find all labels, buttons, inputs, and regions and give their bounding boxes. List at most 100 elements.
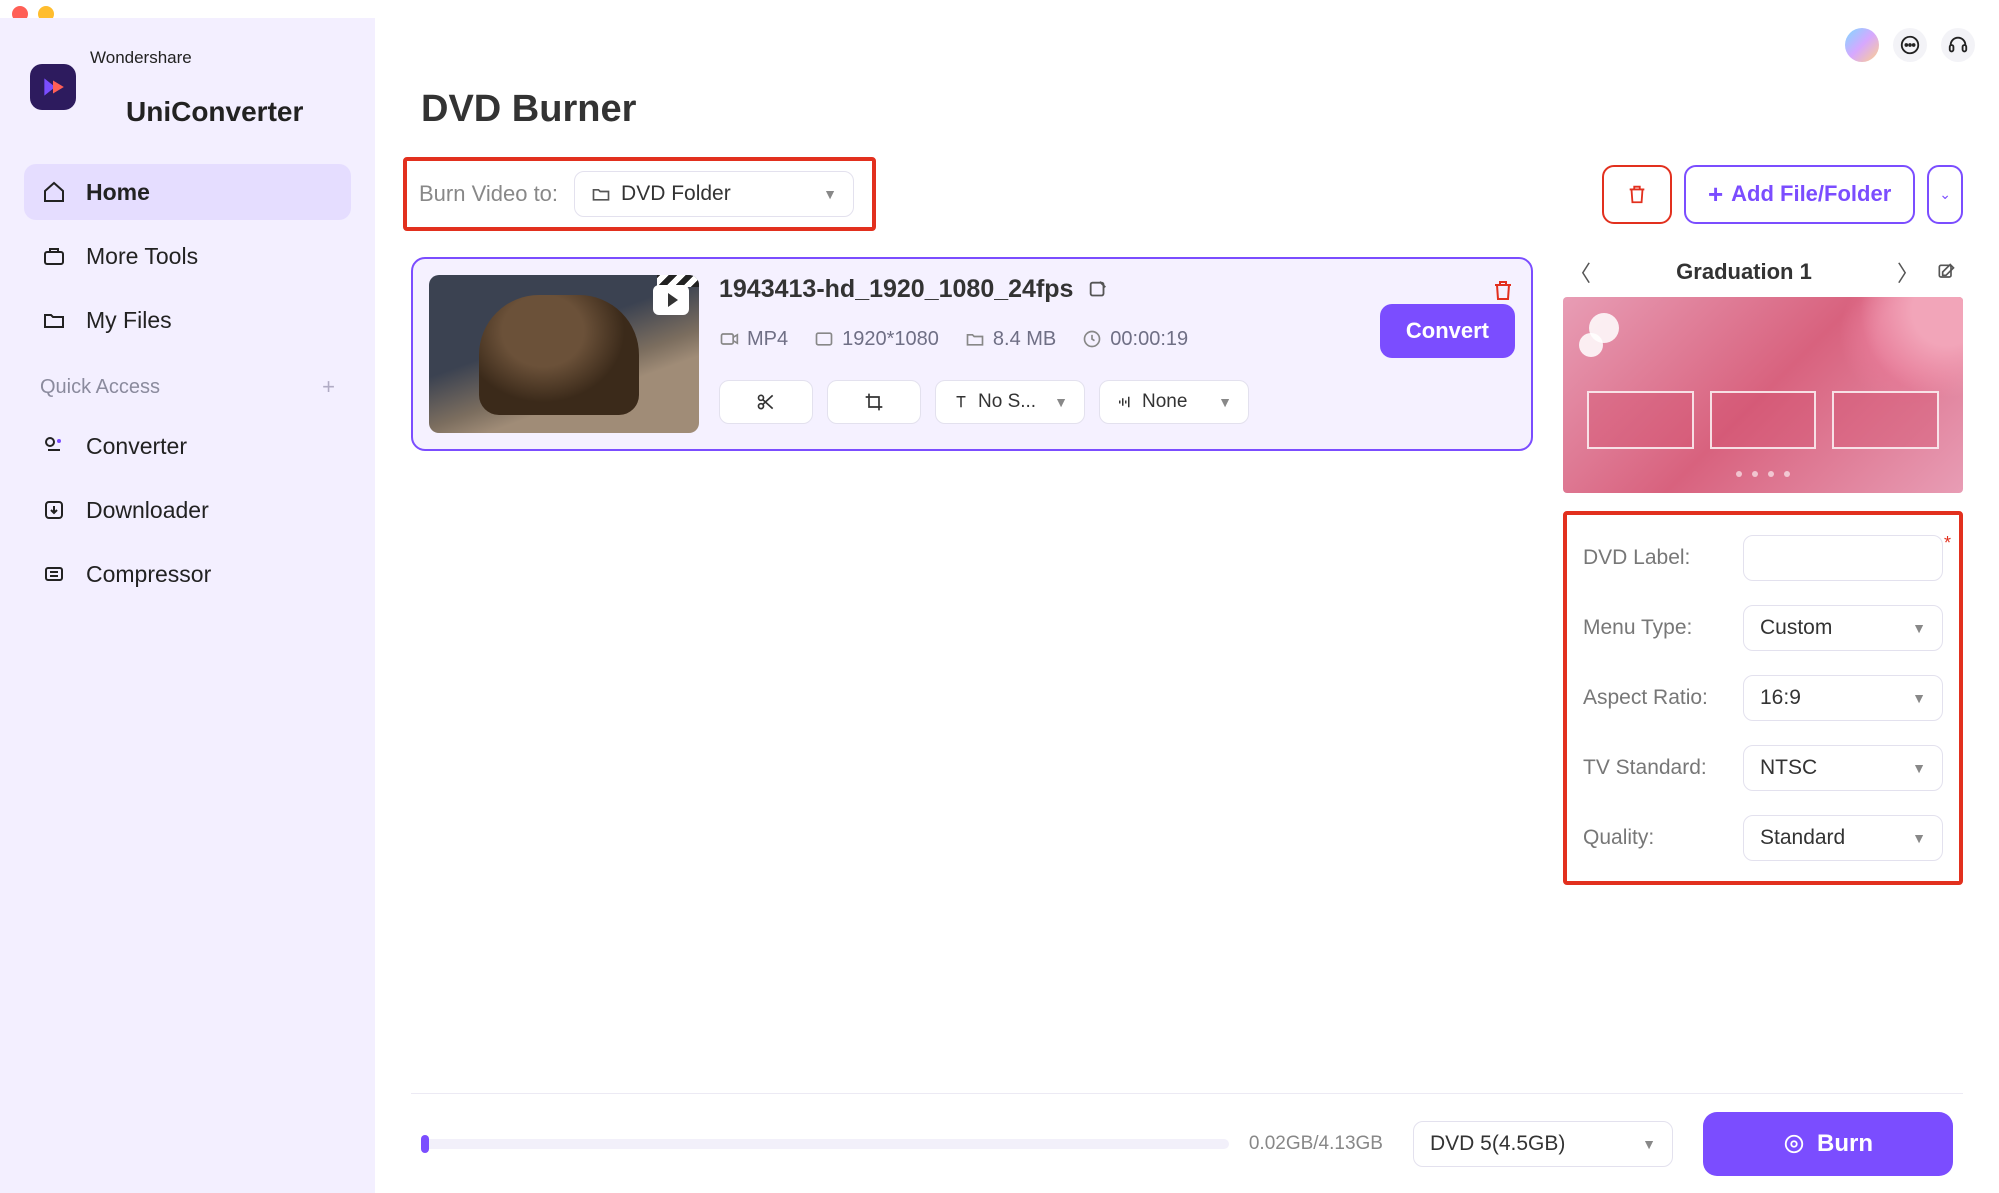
crop-button[interactable] [827, 380, 921, 424]
trash-icon[interactable] [1491, 278, 1515, 302]
burn-target-label: Burn Video to: [419, 181, 558, 207]
prev-template-button[interactable]: 〈 [1565, 257, 1595, 287]
file-size: 8.4 MB [993, 328, 1056, 351]
quick-access-header: Quick Access + [24, 356, 351, 410]
play-icon[interactable] [653, 285, 689, 315]
chevron-down-icon: ⌄ [1939, 186, 1951, 203]
chevron-down-icon: ▼ [1642, 1136, 1656, 1152]
compressor-icon [40, 560, 68, 588]
sidebar-item-label: Downloader [86, 497, 209, 524]
header-actions [1845, 28, 1975, 62]
subtitle-value: No S... [978, 391, 1036, 413]
support-icon[interactable] [1941, 28, 1975, 62]
dvd-label-input[interactable] [1743, 535, 1943, 581]
chevron-down-icon: ▼ [1912, 620, 1926, 636]
page-title: DVD Burner [421, 88, 1963, 131]
capacity-text: 0.02GB/4.13GB [1249, 1133, 1383, 1155]
chat-icon[interactable] [1893, 28, 1927, 62]
file-card: 1943413-hd_1920_1080_24fps MP4 1920*1080… [411, 257, 1533, 451]
audio-value: None [1142, 391, 1187, 413]
scissors-icon [756, 392, 776, 412]
sidebar-item-label: Home [86, 179, 150, 206]
brand-main: UniConverter [90, 68, 339, 126]
menu-type-dropdown[interactable]: Custom▼ [1743, 605, 1943, 651]
aspect-ratio-label: Aspect Ratio: [1583, 686, 1708, 710]
burn-button[interactable]: Burn [1703, 1112, 1953, 1176]
sidebar-item-downloader[interactable]: Downloader [24, 482, 351, 538]
burn-target-highlighted: Burn Video to: DVD Folder ▼ [403, 157, 876, 231]
plus-icon[interactable]: + [322, 374, 335, 400]
edit-template-icon[interactable] [1931, 257, 1961, 287]
window-titlebar [0, 0, 1999, 18]
subtitle-dropdown[interactable]: No S... ▼ [935, 380, 1085, 424]
quality-label: Quality: [1583, 826, 1654, 850]
next-template-button[interactable]: 〉 [1893, 257, 1923, 287]
chevron-down-icon: ▼ [1912, 690, 1926, 706]
burn-target-dropdown[interactable]: DVD Folder ▼ [574, 171, 854, 217]
avatar[interactable] [1845, 28, 1879, 62]
briefcase-icon [40, 242, 68, 270]
converter-icon [40, 432, 68, 460]
clock-icon [1082, 329, 1102, 349]
sidebar-item-label: Compressor [86, 561, 211, 588]
capacity-progress[interactable] [421, 1139, 1229, 1149]
template-name: Graduation 1 [1676, 259, 1812, 285]
sidebar-item-label: More Tools [86, 243, 198, 270]
sidebar-item-label: My Files [86, 307, 172, 334]
add-file-button[interactable]: + Add File/Folder [1684, 165, 1915, 224]
text-icon [952, 393, 970, 411]
required-icon: * [1944, 533, 1951, 554]
brand-sup: Wondershare [90, 48, 339, 68]
disc-folder-icon [591, 184, 611, 204]
audio-bars-icon [1116, 393, 1134, 411]
flower-icon [1579, 313, 1623, 357]
dvd-settings-highlighted: DVD Label: * Menu Type: Custom▼ Aspect R… [1563, 511, 1963, 885]
trash-icon [1626, 183, 1648, 205]
logo-icon [30, 64, 76, 110]
convert-button[interactable]: Convert [1380, 304, 1515, 358]
dvd-label-label: DVD Label: [1583, 546, 1690, 570]
chevron-down-icon: ▼ [1912, 830, 1926, 846]
delete-all-button[interactable] [1602, 165, 1672, 224]
sidebar-item-my-files[interactable]: My Files [24, 292, 351, 348]
add-file-label: Add File/Folder [1731, 181, 1891, 207]
resolution-icon [814, 329, 834, 349]
disc-type-dropdown[interactable]: DVD 5(4.5GB)▼ [1413, 1121, 1673, 1167]
crop-icon [864, 392, 884, 412]
tv-standard-label: TV Standard: [1583, 756, 1707, 780]
chevron-down-icon: ▼ [1912, 760, 1926, 776]
quality-dropdown[interactable]: Standard▼ [1743, 815, 1943, 861]
app-logo: Wondershare UniConverter [30, 48, 351, 126]
chevron-down-icon: ▼ [1054, 394, 1068, 410]
file-resolution: 1920*1080 [842, 328, 939, 351]
add-file-dropdown[interactable]: ⌄ [1927, 165, 1963, 224]
file-name: 1943413-hd_1920_1080_24fps [719, 275, 1073, 304]
home-icon [40, 178, 68, 206]
tv-standard-dropdown[interactable]: NTSC▼ [1743, 745, 1943, 791]
disc-icon [1783, 1133, 1805, 1155]
rename-icon[interactable] [1087, 279, 1109, 301]
template-preview[interactable] [1563, 297, 1963, 493]
file-format: MP4 [747, 328, 788, 351]
trim-button[interactable] [719, 380, 813, 424]
menu-type-label: Menu Type: [1583, 616, 1692, 640]
sidebar-item-home[interactable]: Home [24, 164, 351, 220]
size-icon [965, 329, 985, 349]
download-icon [40, 496, 68, 524]
burn-target-value: DVD Folder [621, 182, 731, 206]
sidebar-item-label: Converter [86, 433, 187, 460]
video-thumbnail[interactable] [429, 275, 699, 433]
sidebar-item-compressor[interactable]: Compressor [24, 546, 351, 602]
audio-track-dropdown[interactable]: None▼ [1099, 380, 1249, 424]
main-content: DVD Burner Burn Video to: DVD Folder ▼ [375, 18, 1999, 1193]
plus-icon: + [1708, 179, 1723, 210]
sidebar-item-more-tools[interactable]: More Tools [24, 228, 351, 284]
folder-icon [40, 306, 68, 334]
sidebar: Wondershare UniConverter Home More Tools… [0, 18, 375, 1193]
video-icon [719, 329, 739, 349]
footer: 0.02GB/4.13GB DVD 5(4.5GB)▼ Burn [411, 1093, 1963, 1193]
aspect-ratio-dropdown[interactable]: 16:9▼ [1743, 675, 1943, 721]
quick-access-label: Quick Access [40, 376, 160, 399]
sidebar-item-converter[interactable]: Converter [24, 418, 351, 474]
chevron-down-icon: ▼ [823, 186, 837, 202]
